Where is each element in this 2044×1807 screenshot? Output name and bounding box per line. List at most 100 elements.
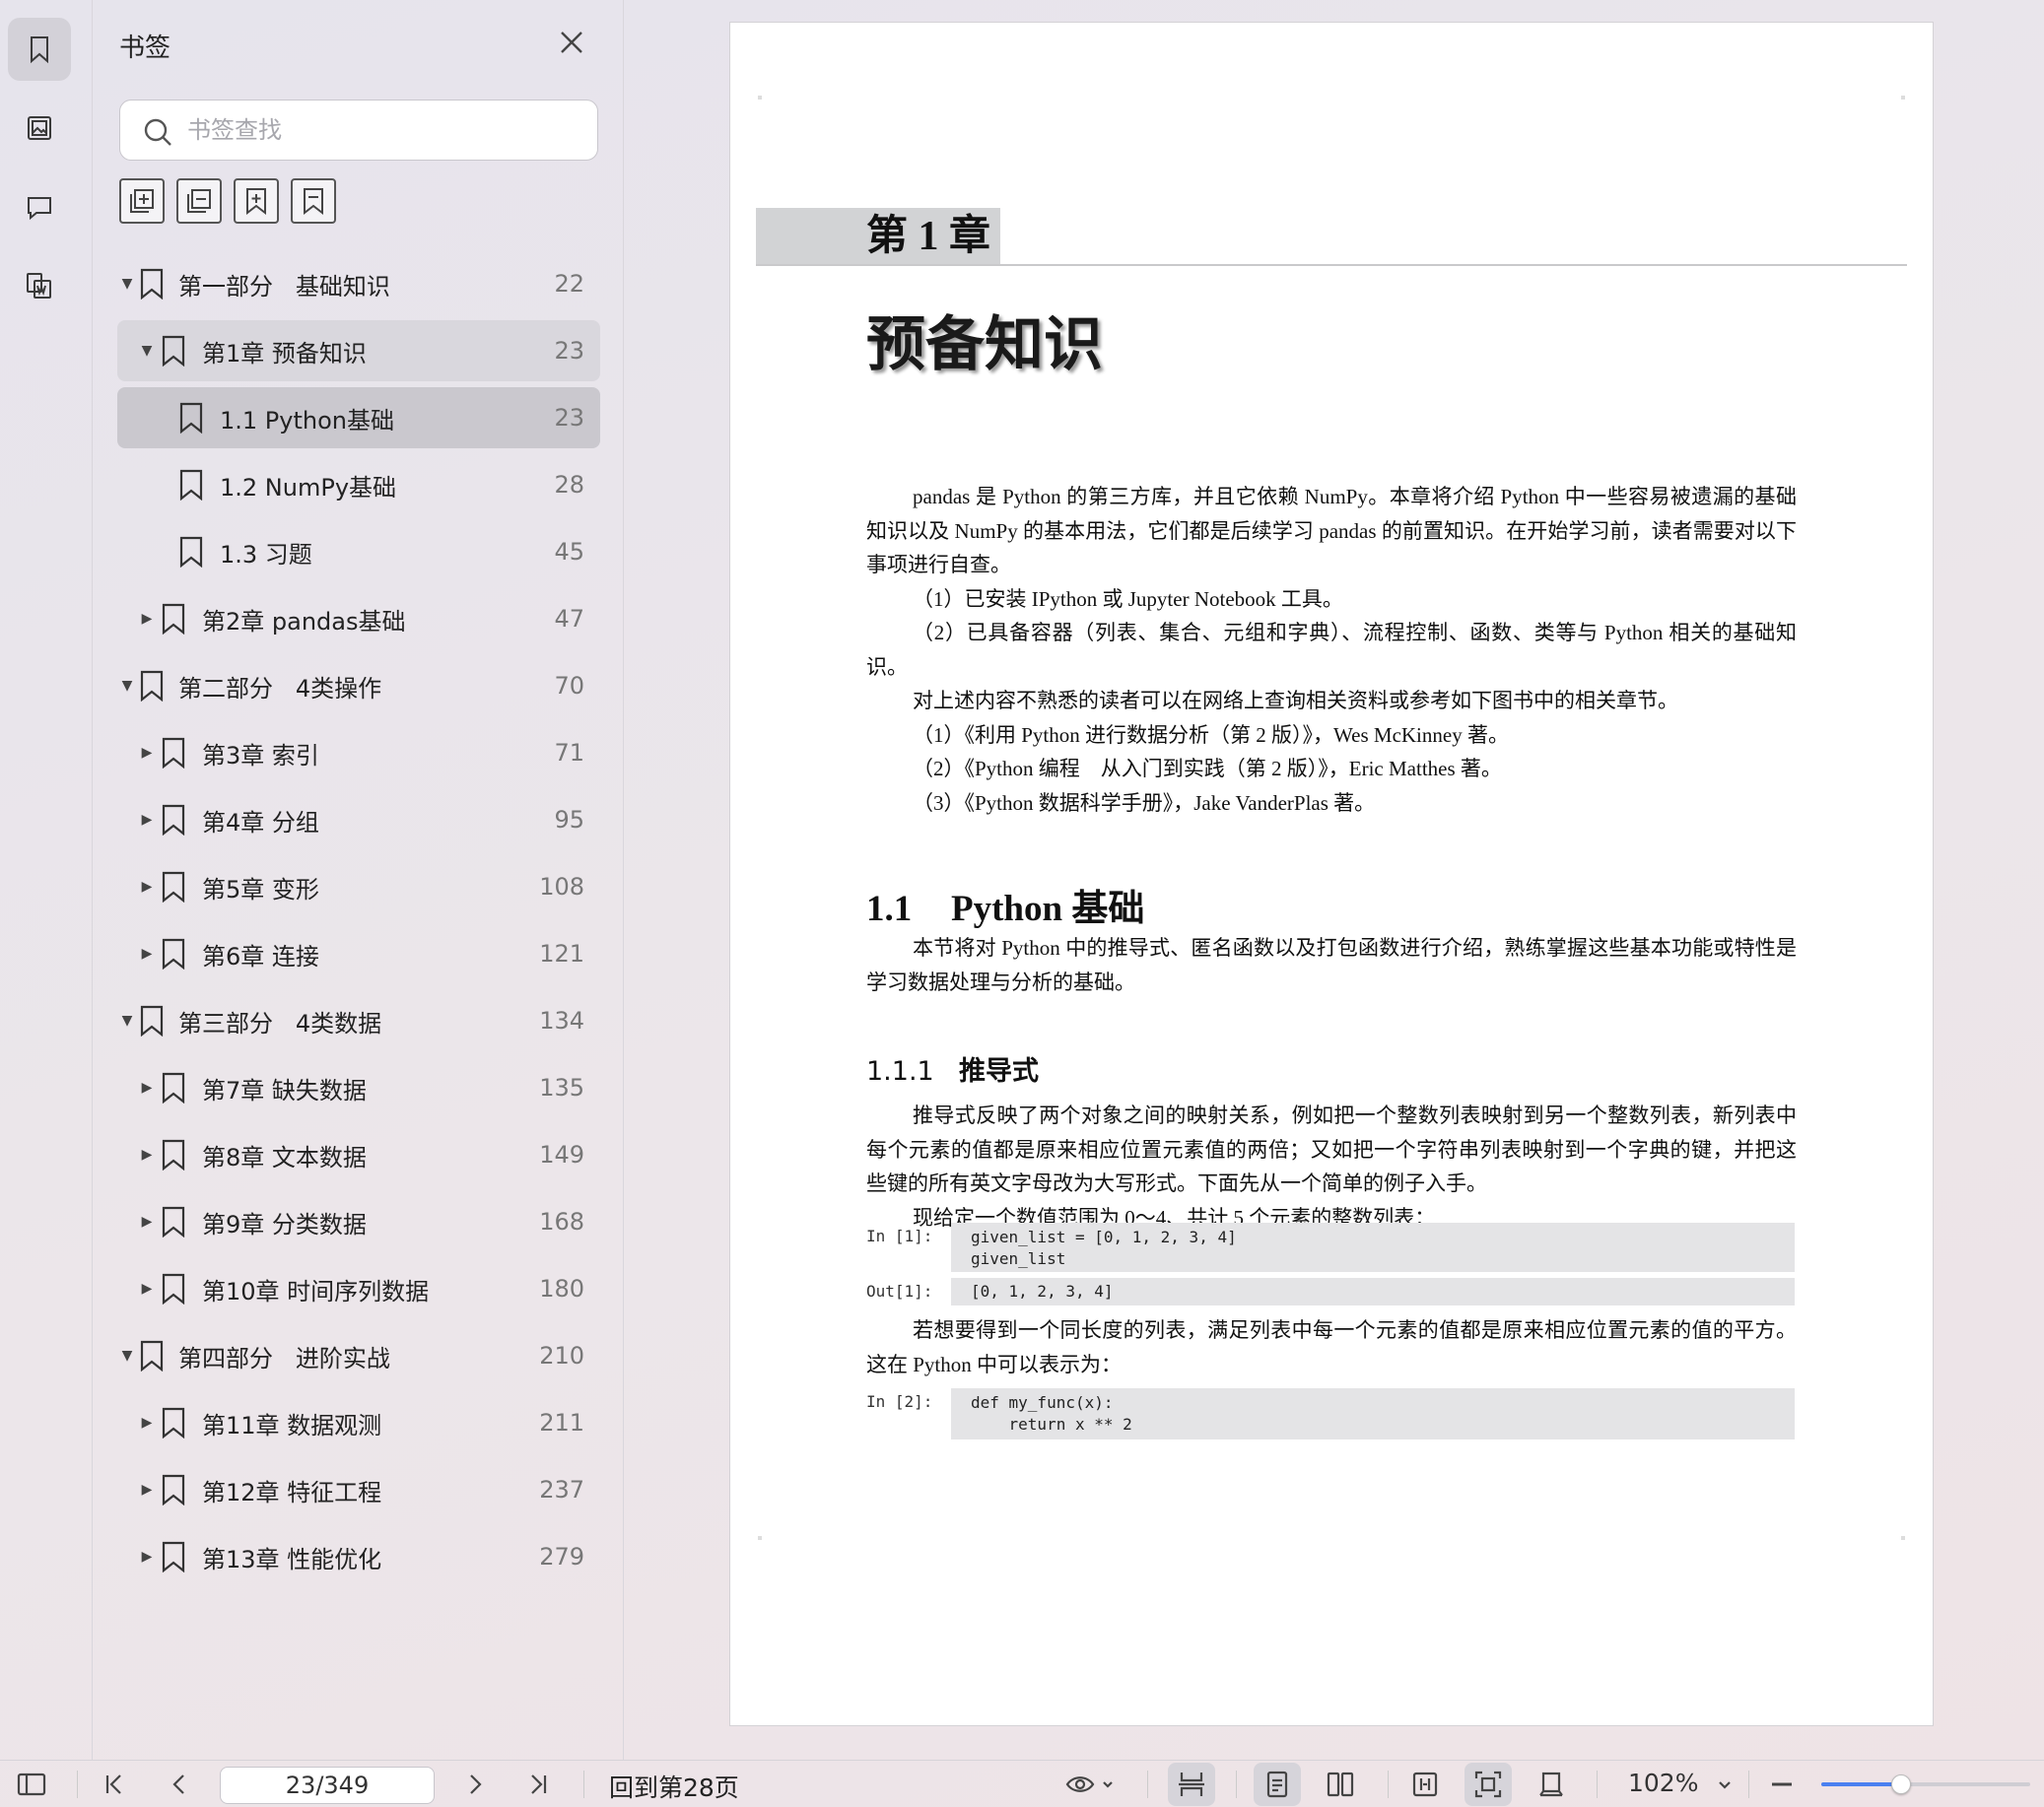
fit-page-button[interactable] [1472,1769,1504,1800]
bookmark-item[interactable]: ▶ 第2章 pandas基础 47 [117,588,600,649]
continuous-scroll-button[interactable] [1176,1769,1207,1800]
zoom-slider[interactable] [1821,1774,2030,1794]
collapse-toggle[interactable]: ▼ [119,1348,135,1364]
zoom-dropdown[interactable] [1715,1769,1735,1800]
collapse-all-button[interactable] [176,178,222,224]
bookmark-page-number: 135 [539,1074,584,1102]
bookmark-item[interactable]: 1.2 NumPy基础 28 [117,454,600,515]
collapse-toggle[interactable]: ▼ [119,1013,135,1029]
bookmark-search [119,100,598,161]
annotation-panel-button[interactable] [8,175,71,238]
bookmark-label: 第6章 连接 [202,942,319,970]
bookmark-icon [139,670,165,703]
zoom-level[interactable]: 102% [1628,1769,1698,1797]
bookmark-search-input[interactable] [187,110,581,150]
bookmark-item[interactable]: ▶ 第11章 数据观测 211 [117,1392,600,1453]
bookmark-item[interactable]: ▶ 第13章 性能优化 279 [117,1526,600,1587]
two-page-button[interactable] [1325,1769,1356,1800]
collapse-toggle[interactable]: ▼ [139,343,155,359]
bookmark-item[interactable]: ▶ 第3章 索引 71 [117,722,600,783]
expand-toggle[interactable]: ▶ [139,1281,155,1297]
bookmark-label: 1.3 习题 [220,540,312,569]
bookmark-item[interactable]: 1.1 Python基础 23 [117,387,600,448]
thumbnail-panel-button[interactable] [8,97,71,160]
bookmark-icon [161,1407,186,1439]
bookmark-icon [139,268,165,301]
collapse-toggle[interactable]: ▼ [119,678,135,694]
bookmark-item[interactable]: ▶ 第12章 特征工程 237 [117,1459,600,1520]
bookmark-item[interactable]: ▶ 第6章 连接 121 [117,923,600,984]
bottom-toolbar: 23/349 回到第28页 102% [0,1760,2044,1807]
section-heading: 1.1 Python 基础 [866,878,1144,931]
add-bookmark-button[interactable] [234,178,279,224]
expand-toggle[interactable]: ▶ [139,1147,155,1163]
bookmark-item[interactable]: ▼ 第三部分 4类数据 134 [117,990,600,1051]
zoom-slider-handle[interactable] [1890,1774,1911,1794]
bookmark-item[interactable]: 1.3 习题 45 [117,521,600,582]
bookmark-label: 第9章 分类数据 [202,1210,367,1238]
bookmark-item[interactable]: ▶ 第9章 分类数据 168 [117,1191,600,1252]
expand-toggle[interactable]: ▶ [139,812,155,828]
close-panel-button[interactable] [557,28,586,57]
comment-icon [28,197,51,221]
bookmark-icon [161,1474,186,1506]
previous-page-button[interactable] [164,1769,195,1800]
document-viewport[interactable]: 第 1 章 预备知识 pandas 是 Python 的第三方库，并且它依赖 N… [625,0,2044,1760]
single-page-button[interactable] [1261,1769,1293,1800]
subsection-title: 推导式 [959,1056,1039,1087]
bookmark-item[interactable]: ▼ 第一部分 基础知识 22 [117,253,600,314]
toggle-sidebar-button[interactable] [16,1769,47,1800]
view-mode-dropdown[interactable] [1064,1769,1120,1800]
bookmark-label: 第一部分 基础知识 [178,272,390,301]
bookmark-label: 第12章 特征工程 [202,1478,382,1506]
actual-size-button[interactable] [1535,1769,1567,1800]
bookmark-item[interactable]: ▼ 第1章 预备知识 23 [117,320,600,381]
document-page: 第 1 章 预备知识 pandas 是 Python 的第三方库，并且它依赖 N… [729,22,1934,1726]
subsection-heading: 1.1.1 推导式 [866,1049,1039,1088]
bookmark-item[interactable]: ▶ 第4章 分组 95 [117,789,600,850]
bookmark-item[interactable]: ▶ 第5章 变形 108 [117,856,600,917]
bookmark-page-number: 71 [554,739,584,767]
chevron-left-icon [172,1774,184,1794]
bookmark-icon [31,36,48,64]
attachment-panel-button[interactable] [8,254,71,317]
expand-toggle[interactable]: ▶ [139,1415,155,1431]
close-icon [561,32,582,53]
fit-width-button[interactable] [1409,1769,1441,1800]
bookmark-item[interactable]: ▶ 第7章 缺失数据 135 [117,1057,600,1118]
expand-toggle[interactable]: ▶ [139,745,155,761]
next-page-button[interactable] [459,1769,491,1800]
expand-all-button[interactable] [119,178,165,224]
expand-toggle[interactable]: ▶ [139,1482,155,1498]
expand-toggle[interactable]: ▶ [139,1080,155,1096]
last-page-button[interactable] [522,1769,554,1800]
first-page-button[interactable] [99,1769,130,1800]
single-page-icon [1266,1771,1288,1798]
reference-item: （1）《利用 Python 进行数据分析（第 2 版）》，Wes McKinne… [913,722,1509,747]
chapter-number: 第 1 章 [866,214,991,259]
collapse-toggle[interactable]: ▼ [119,276,135,292]
bookmark-page-number: 45 [554,538,584,566]
zoom-out-button[interactable] [1766,1769,1798,1800]
expand-toggle[interactable]: ▶ [139,879,155,895]
bookmark-icon [161,871,186,904]
intro-item: （2）已具备容器（列表、集合、元组和字典）、流程控制、函数、类等与 Python… [866,621,1797,679]
page-number-input[interactable]: 23/349 [220,1767,435,1804]
bookmark-panel-button[interactable] [8,18,71,81]
bookmark-page-number: 168 [539,1208,584,1236]
bookmark-label: 1.1 Python基础 [220,406,394,435]
expand-toggle[interactable]: ▶ [139,1214,155,1230]
expand-toggle[interactable]: ▶ [139,1549,155,1565]
bookmark-label: 第3章 索引 [202,741,319,770]
bookmark-toolbar [119,178,336,224]
bookmark-label: 第1章 预备知识 [202,339,367,368]
bookmark-item[interactable]: ▼ 第二部分 4类操作 70 [117,655,600,716]
expand-toggle[interactable]: ▶ [139,946,155,962]
last-page-icon [531,1774,547,1794]
bookmark-item[interactable]: ▼ 第四部分 进阶实战 210 [117,1325,600,1386]
expand-toggle[interactable]: ▶ [139,611,155,627]
bookmark-item[interactable]: ▶ 第10章 时间序列数据 180 [117,1258,600,1319]
bookmark-item[interactable]: ▶ 第8章 文本数据 149 [117,1124,600,1185]
go-back-link[interactable]: 回到第28页 [609,1769,739,1804]
bookmark-button[interactable] [291,178,336,224]
